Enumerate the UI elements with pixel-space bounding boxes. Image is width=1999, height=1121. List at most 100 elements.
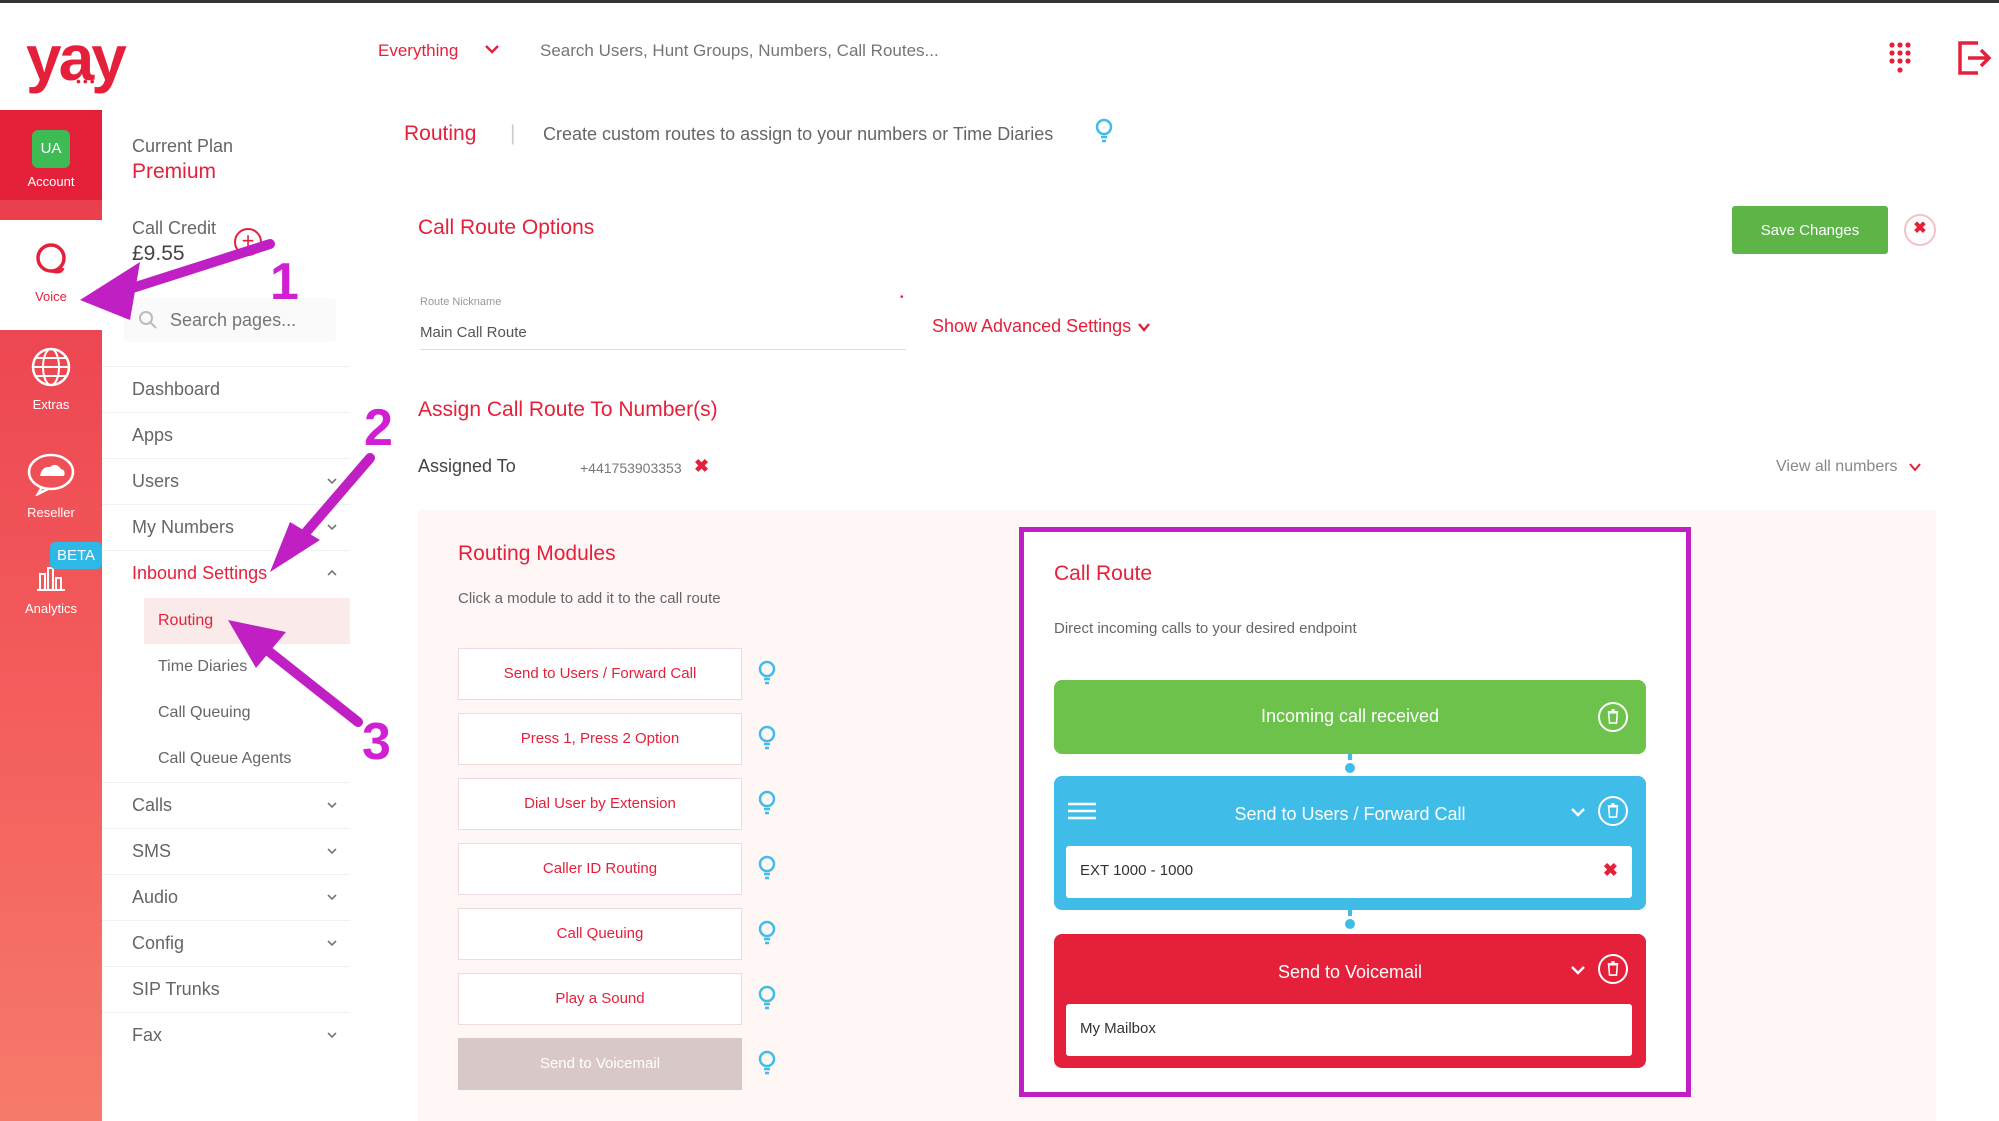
global-search-input[interactable] <box>540 41 1040 61</box>
chevron-down-icon[interactable] <box>482 39 502 59</box>
module-send-to-voicemail-button[interactable]: Send to Voicemail <box>458 1038 742 1090</box>
annotation-number-3: 3 <box>362 713 391 771</box>
lightbulb-icon[interactable] <box>1095 118 1113 144</box>
annotation-number-2: 2 <box>364 399 393 457</box>
rail-item-voice[interactable]: Voice <box>0 220 102 330</box>
rail-label-account: Account <box>27 174 75 189</box>
remove-target-icon[interactable]: ✖ <box>1603 860 1618 881</box>
top-bar: yay ••• Everything <box>0 0 1999 110</box>
route-node <box>1342 916 1358 932</box>
chevron-down-icon <box>327 524 337 531</box>
rail-label-extras: Extras <box>32 397 70 412</box>
sidebar-item-fax[interactable]: Fax <box>102 1012 350 1058</box>
module-dial-by-extension-button[interactable]: Dial User by Extension <box>458 778 742 830</box>
sidebar-subitem-call-queuing[interactable]: Call Queuing <box>102 690 350 736</box>
chevron-down-icon[interactable] <box>1570 962 1586 978</box>
module-send-to-users-button[interactable]: Send to Users / Forward Call <box>458 648 742 700</box>
lightbulb-icon[interactable] <box>758 985 776 1011</box>
sidebar-subitem-time-diaries[interactable]: Time Diaries <box>102 644 350 690</box>
show-advanced-settings-toggle[interactable]: Show Advanced Settings <box>932 316 1151 337</box>
sidebar-item-label: My Numbers <box>132 517 235 537</box>
voicemail-mailbox-field[interactable]: My Mailbox <box>1066 1004 1632 1056</box>
logout-icon[interactable] <box>1956 39 1992 77</box>
sidebar-subitem-call-queue-agents[interactable]: Call Queue Agents <box>102 736 350 782</box>
sidebar-subitem-label: Time Diaries <box>158 658 248 675</box>
plan-label: Current Plan <box>132 136 234 156</box>
trash-icon[interactable] <box>1598 954 1628 984</box>
rail-label-analytics: Analytics <box>24 601 78 616</box>
brand-logo-dots: ••• <box>76 73 97 89</box>
credit-label: Call Credit <box>132 218 217 238</box>
advanced-settings-label: Show Advanced Settings <box>932 316 1132 336</box>
lightbulb-icon[interactable] <box>758 660 776 686</box>
sidebar-item-sip-trunks[interactable]: SIP Trunks <box>102 966 350 1012</box>
route-nickname-field[interactable] <box>420 316 906 350</box>
sidebar-item-label: Users <box>132 471 180 491</box>
chevron-down-icon <box>1908 463 1921 472</box>
sidebar-item-calls[interactable]: Calls <box>102 782 350 828</box>
module-caller-id-routing-button[interactable]: Caller ID Routing <box>458 843 742 895</box>
sidebar-item-audio[interactable]: Audio <box>102 874 350 920</box>
lightbulb-icon[interactable] <box>758 790 776 816</box>
lightbulb-icon[interactable] <box>758 855 776 881</box>
save-changes-button[interactable]: Save Changes <box>1732 206 1888 254</box>
call-route-description: Direct incoming calls to your desired en… <box>1054 620 1357 637</box>
route-step-send-to-voicemail[interactable]: Send to Voicemail My Mailbox <box>1054 934 1646 1068</box>
page-description: Create custom routes to assign to your n… <box>543 124 1054 144</box>
lightbulb-icon[interactable] <box>758 1050 776 1076</box>
chevron-down-icon[interactable] <box>1570 804 1586 820</box>
chevron-down-icon <box>327 894 337 901</box>
chevron-up-icon <box>327 569 337 576</box>
breadcrumb-separator: | <box>510 122 516 145</box>
rail-label-reseller: Reseller <box>27 505 75 520</box>
rail-item-analytics[interactable]: Analytics <box>0 562 102 616</box>
sidebar-item-apps[interactable]: Apps <box>102 412 350 458</box>
module-press-option-button[interactable]: Press 1, Press 2 Option <box>458 713 742 765</box>
sidebar-item-my-numbers[interactable]: My Numbers <box>102 504 350 550</box>
send-to-users-target-field[interactable]: EXT 1000 - 1000 ✖ <box>1066 846 1632 898</box>
assigned-number: +441753903353 <box>580 460 682 476</box>
sidebar-item-config[interactable]: Config <box>102 920 350 966</box>
add-credit-button[interactable]: + <box>234 228 262 256</box>
rail-item-reseller[interactable]: Reseller <box>0 452 102 520</box>
chevron-down-icon <box>327 940 337 947</box>
route-step-title: Incoming call received <box>1260 706 1440 726</box>
primary-nav-rail: UA Account Voice Extras Reseller Analyti… <box>0 110 103 1121</box>
module-play-a-sound-button[interactable]: Play a Sound <box>458 973 742 1025</box>
sidebar-subitem-label: Call Queuing <box>158 704 251 721</box>
trash-icon[interactable] <box>1598 796 1628 826</box>
secondary-sidebar: Current Plan Premium Call Credit £9.55 +… <box>102 110 350 1121</box>
sidebar-item-label: Config <box>132 933 185 953</box>
chevron-down-icon <box>327 802 337 809</box>
view-all-numbers-label: View all numbers <box>1776 458 1898 475</box>
lightbulb-icon[interactable] <box>758 920 776 946</box>
page-title: Routing <box>404 122 477 145</box>
lightbulb-icon[interactable] <box>758 725 776 751</box>
route-step-send-to-users[interactable]: Send to Users / Forward Call EXT 1000 - … <box>1054 776 1646 910</box>
page-search <box>124 298 336 342</box>
sidebar-item-users[interactable]: Users <box>102 458 350 504</box>
call-route-title: Call Route <box>1054 562 1153 585</box>
annotation-number-1: 1 <box>270 253 299 311</box>
headset-icon <box>36 243 66 274</box>
brand-logo[interactable]: yay <box>26 21 127 95</box>
route-step-incoming[interactable]: Incoming call received <box>1054 680 1646 754</box>
view-all-numbers-toggle[interactable]: View all numbers <box>1776 458 1922 476</box>
sidebar-subitem-routing[interactable]: Routing <box>144 598 350 644</box>
route-nickname-label: Route Nickname <box>420 296 502 308</box>
sidebar-item-inbound-settings[interactable]: Inbound Settings <box>102 550 350 596</box>
sidebar-item-label: Audio <box>132 887 179 907</box>
grid-icon[interactable] <box>1888 41 1912 75</box>
close-icon[interactable]: ✖ <box>1904 214 1936 246</box>
sidebar-item-sms[interactable]: SMS <box>102 828 350 874</box>
remove-number-icon[interactable]: ✖ <box>694 456 709 477</box>
trash-icon[interactable] <box>1598 702 1628 732</box>
sidebar-item-label: Dashboard <box>132 379 221 399</box>
rail-item-account[interactable]: UA Account <box>0 110 102 200</box>
page-search-input[interactable] <box>170 310 330 331</box>
module-call-queuing-button[interactable]: Call Queuing <box>458 908 742 960</box>
sidebar-subitem-label: Call Queue Agents <box>158 750 292 767</box>
search-scope-select[interactable]: Everything <box>378 41 458 61</box>
rail-item-extras[interactable]: Extras <box>0 346 102 412</box>
sidebar-item-dashboard[interactable]: Dashboard <box>102 366 350 412</box>
